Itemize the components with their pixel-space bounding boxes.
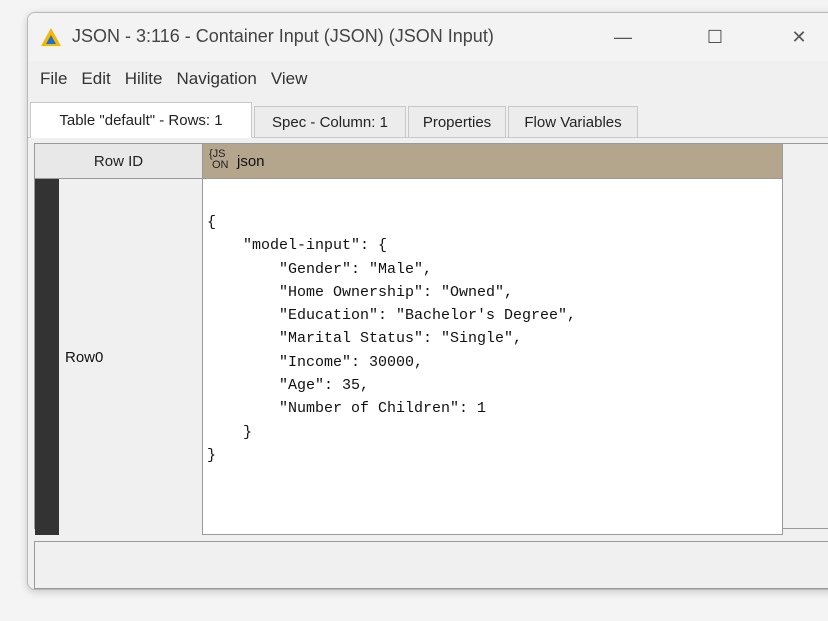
tab-flow-variables[interactable]: Flow Variables: [508, 106, 638, 138]
tab-spec[interactable]: Spec - Column: 1: [254, 106, 406, 138]
table-view: Row ID {JS ON json Row0 { "model-input":…: [34, 143, 828, 535]
json-input-view-window: JSON - 3:116 - Container Input (JSON) (J…: [27, 12, 828, 590]
json-content: { "model-input": { "Gender": "Male", "Ho…: [207, 214, 577, 464]
row-hilite-marker: [35, 179, 59, 535]
row-id-header[interactable]: Row ID: [35, 144, 203, 179]
menu-edit[interactable]: Edit: [79, 69, 112, 89]
title-bar[interactable]: JSON - 3:116 - Container Input (JSON) (J…: [28, 13, 828, 61]
maximize-button[interactable]: ☐: [692, 19, 738, 55]
window-title: JSON - 3:116 - Container Input (JSON) (J…: [72, 26, 494, 46]
menu-view[interactable]: View: [269, 69, 310, 89]
json-value-cell[interactable]: { "model-input": { "Gender": "Male", "Ho…: [203, 179, 783, 535]
tab-strip: Table "default" - Rows: 1 Spec - Column:…: [28, 97, 828, 138]
json-type-icon-bottom: ON: [212, 159, 229, 171]
minimize-button[interactable]: —: [600, 19, 646, 55]
menu-file[interactable]: File: [38, 69, 69, 89]
warning-icon: [41, 28, 61, 46]
menu-hilite[interactable]: Hilite: [123, 69, 165, 89]
tab-table-default[interactable]: Table "default" - Rows: 1: [30, 102, 252, 138]
json-column-name: json: [237, 152, 265, 170]
table-row-id-cell[interactable]: Row0: [59, 179, 203, 535]
json-column-header[interactable]: {JS ON json: [203, 144, 783, 179]
menu-bar: File Edit Hilite Navigation View: [28, 63, 828, 95]
json-type-icon: {JS ON: [209, 148, 235, 174]
table-bottom-panel: [34, 541, 828, 589]
close-button[interactable]: ✕: [776, 19, 822, 55]
tab-properties[interactable]: Properties: [408, 106, 506, 138]
menu-navigation[interactable]: Navigation: [175, 69, 259, 89]
row-id-label: Row0: [65, 349, 104, 366]
